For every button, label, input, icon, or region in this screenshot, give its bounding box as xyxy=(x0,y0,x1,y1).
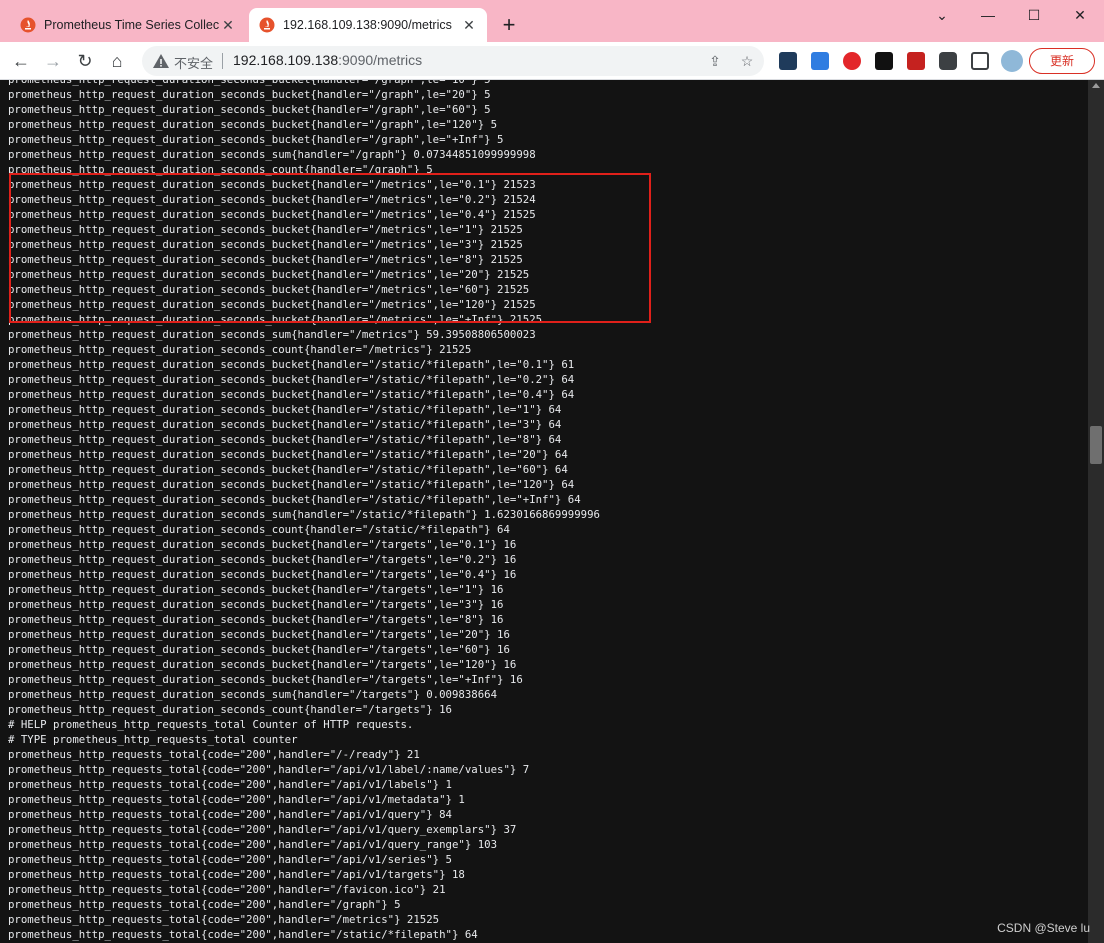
metric-line: prometheus_http_request_duration_seconds… xyxy=(8,403,562,416)
metric-line: prometheus_http_requests_total{code="200… xyxy=(8,748,420,761)
metric-line: prometheus_http_request_duration_seconds… xyxy=(8,523,510,536)
tab-strip: Prometheus Time Series Collec ✕ 192.168.… xyxy=(0,0,1104,42)
extension-pdf-icon[interactable] xyxy=(907,52,925,70)
warning-icon xyxy=(153,54,169,68)
forward-arrow-icon[interactable]: → xyxy=(40,48,66,74)
tab-prometheus-home[interactable]: Prometheus Time Series Collec ✕ xyxy=(10,8,246,42)
metric-line: prometheus_http_request_duration_seconds… xyxy=(8,538,517,551)
metric-line: prometheus_http_request_duration_seconds… xyxy=(8,358,575,371)
vertical-scrollbar[interactable] xyxy=(1088,80,1104,943)
security-label[interactable]: 不安全 xyxy=(174,53,213,72)
home-icon[interactable]: ⌂ xyxy=(104,48,130,74)
metric-line: prometheus_http_requests_total{code="200… xyxy=(8,853,452,866)
metric-line: prometheus_http_request_duration_seconds… xyxy=(8,80,600,87)
metric-line: prometheus_http_request_duration_seconds… xyxy=(8,328,536,341)
metric-line: prometheus_http_request_duration_seconds… xyxy=(8,133,504,146)
metric-line: prometheus_http_request_duration_seconds… xyxy=(8,598,504,611)
extension-translate-icon[interactable] xyxy=(811,52,829,70)
metric-line: prometheus_http_request_duration_seconds… xyxy=(8,508,600,521)
metric-line: prometheus_http_request_duration_seconds… xyxy=(8,103,491,116)
metric-line: prometheus_http_request_duration_seconds… xyxy=(8,448,568,461)
metric-line: prometheus_http_request_duration_seconds… xyxy=(8,493,581,506)
metric-line: prometheus_http_request_duration_seconds… xyxy=(8,88,491,101)
metric-line: prometheus_http_requests_total{code="200… xyxy=(8,868,465,881)
maximize-button[interactable]: ☐ xyxy=(1011,4,1057,26)
url-host: 192.168.109.138 xyxy=(233,52,339,68)
metric-line: prometheus_http_request_duration_seconds… xyxy=(8,673,523,686)
extension-gamepad-icon[interactable] xyxy=(875,52,893,70)
tab-search-icon[interactable]: ⌄ xyxy=(919,4,965,26)
metric-line: prometheus_http_requests_total{code="200… xyxy=(8,838,498,851)
metric-line: prometheus_http_requests_total{code="200… xyxy=(8,883,446,896)
metrics-page: prometheus_http_request_duration_seconds… xyxy=(0,80,1088,943)
metric-line: prometheus_http_requests_total{code="200… xyxy=(8,778,452,791)
metric-line: prometheus_http_request_duration_seconds… xyxy=(8,703,452,716)
tab-title: Prometheus Time Series Collec xyxy=(44,18,220,32)
metric-line: prometheus_http_request_duration_seconds… xyxy=(8,418,562,431)
metric-line: # TYPE prometheus_http_requests_total co… xyxy=(8,733,298,746)
address-bar[interactable]: 不安全 192.168.109.138:9090/metrics ⇪ ☆ xyxy=(142,46,764,76)
metric-line: prometheus_http_request_duration_seconds… xyxy=(8,388,575,401)
highlight-box xyxy=(9,173,651,323)
update-button[interactable]: 更新 xyxy=(1029,48,1095,74)
url-text[interactable]: 192.168.109.138:9090/metrics xyxy=(233,52,422,68)
metric-line: prometheus_http_request_duration_seconds… xyxy=(8,373,575,386)
metric-line: prometheus_http_requests_total{code="200… xyxy=(8,823,517,836)
metric-line: prometheus_http_request_duration_seconds… xyxy=(8,613,504,626)
tab-metrics[interactable]: 192.168.109.138:9090/metrics ✕ xyxy=(249,8,487,42)
metric-line: prometheus_http_request_duration_seconds… xyxy=(8,553,517,566)
metric-line: prometheus_http_requests_total{code="200… xyxy=(8,913,440,926)
bookmark-star-icon[interactable]: ☆ xyxy=(738,52,756,70)
tab-close-icon[interactable]: ✕ xyxy=(220,17,236,34)
scroll-up-icon[interactable] xyxy=(1092,83,1100,88)
prometheus-favicon-icon xyxy=(259,17,275,33)
address-divider xyxy=(222,53,223,69)
prometheus-favicon-icon xyxy=(20,17,36,33)
extensions-puzzle-icon[interactable] xyxy=(939,52,957,70)
browser-toolbar: ← → ↻ ⌂ 不安全 192.168.109.138:9090/metrics… xyxy=(0,42,1104,80)
metric-line: prometheus_http_request_duration_seconds… xyxy=(8,643,510,656)
new-tab-button[interactable]: + xyxy=(497,12,521,38)
metric-line: prometheus_http_requests_total{code="200… xyxy=(8,808,452,821)
side-panel-icon[interactable] xyxy=(971,52,989,70)
tab-close-icon[interactable]: ✕ xyxy=(461,17,477,34)
metric-line: prometheus_http_request_duration_seconds… xyxy=(8,343,472,356)
metric-line: prometheus_http_requests_total{code="200… xyxy=(8,898,401,911)
metric-line: # HELP prometheus_http_requests_total Co… xyxy=(8,718,414,731)
scroll-thumb[interactable] xyxy=(1090,426,1102,464)
profile-avatar[interactable] xyxy=(1001,50,1023,72)
back-arrow-icon[interactable]: ← xyxy=(8,48,34,74)
metric-line: prometheus_http_request_duration_seconds… xyxy=(8,148,536,161)
metric-line: prometheus_http_request_duration_seconds… xyxy=(8,568,517,581)
watermark: CSDN @Steve lu xyxy=(997,921,1090,935)
metric-line: prometheus_http_request_duration_seconds… xyxy=(8,658,517,671)
metric-line: prometheus_http_request_duration_seconds… xyxy=(8,463,568,476)
metric-line: prometheus_http_request_duration_seconds… xyxy=(8,478,575,491)
metric-line: prometheus_http_requests_total{code="200… xyxy=(8,793,465,806)
minimize-button[interactable]: — xyxy=(965,4,1011,26)
share-icon[interactable]: ⇪ xyxy=(706,52,724,70)
metric-line: prometheus_http_request_duration_seconds… xyxy=(8,688,498,701)
close-window-button[interactable]: ✕ xyxy=(1057,4,1103,26)
metric-line: prometheus_http_request_duration_seconds… xyxy=(8,583,504,596)
metric-line: prometheus_http_request_duration_seconds… xyxy=(8,433,562,446)
tab-title: 192.168.109.138:9090/metrics xyxy=(283,18,452,32)
extension-hex-icon[interactable] xyxy=(779,52,797,70)
url-path: :9090/metrics xyxy=(338,52,423,68)
metric-line: prometheus_http_request_duration_seconds… xyxy=(8,118,498,131)
reload-icon[interactable]: ↻ xyxy=(72,48,98,74)
metric-line: prometheus_http_requests_total{code="200… xyxy=(8,928,478,941)
metric-line: prometheus_http_request_duration_seconds… xyxy=(8,628,510,641)
metric-line: prometheus_http_requests_total{code="200… xyxy=(8,763,530,776)
extension-adblock-icon[interactable] xyxy=(843,52,861,70)
